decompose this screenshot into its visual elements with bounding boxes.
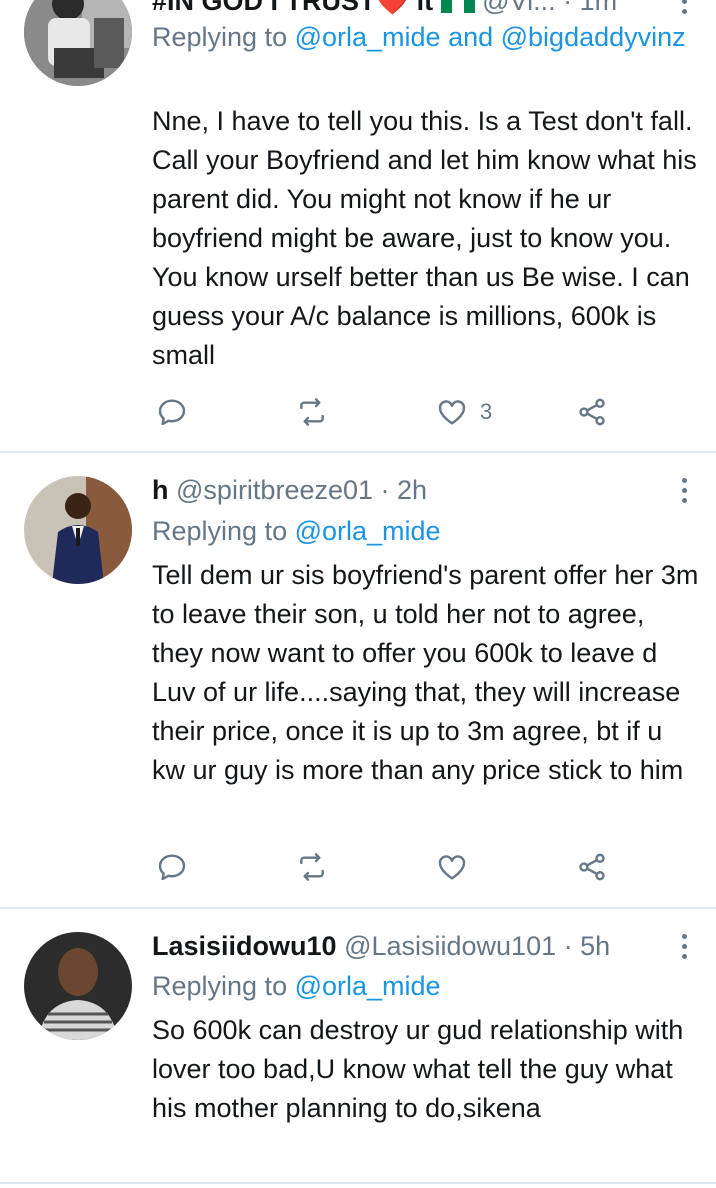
retweet-button[interactable] bbox=[296, 847, 328, 887]
replying-prefix: Replying to bbox=[152, 971, 288, 1001]
tweet-2[interactable]: h @spiritbreeze01 · 2h Replying to @orla… bbox=[0, 453, 716, 908]
handle[interactable]: @Lasisiidowu101 bbox=[344, 931, 556, 961]
tweet-text: Nne, I have to tell you this. Is a Test … bbox=[152, 106, 697, 370]
tweet-header: h @spiritbreeze01 · 2h bbox=[152, 473, 696, 507]
reply-button[interactable] bbox=[156, 847, 188, 887]
share-button[interactable] bbox=[576, 847, 608, 887]
replying-prefix: Replying to bbox=[152, 22, 288, 52]
reply-icon bbox=[158, 854, 186, 881]
like-count: 3 bbox=[480, 399, 493, 424]
replying-prefix: Replying to bbox=[152, 516, 288, 546]
tweet-text: Tell dem ur sis boyfriend's parent offer… bbox=[152, 560, 699, 785]
display-name[interactable]: Lasisiidowu10 bbox=[152, 931, 337, 961]
reply-mention[interactable]: @orla_mide bbox=[295, 971, 441, 1001]
avatar[interactable] bbox=[24, 932, 132, 1040]
reply-mention[interactable]: @orla_mide and @bigdaddyvinz bbox=[295, 22, 686, 52]
timestamp[interactable]: · 5h bbox=[564, 931, 611, 961]
display-name[interactable]: #IN GOD I TRUST❤️ it bbox=[152, 0, 433, 16]
tweet-header: Lasisiidowu10 @Lasisiidowu101 · 5h bbox=[152, 929, 696, 963]
replying-to: Replying to @orla_mide bbox=[152, 514, 696, 548]
tweet-1[interactable]: #IN GOD I TRUST❤️ it @Vi... · 1m Replyin… bbox=[0, 0, 716, 452]
reply-icon bbox=[158, 399, 186, 426]
handle[interactable]: @Vi... bbox=[482, 0, 555, 16]
reply-mention[interactable]: @orla_mide bbox=[295, 516, 441, 546]
more-vertical-icon[interactable] bbox=[674, 929, 694, 963]
share-icon bbox=[579, 398, 605, 426]
tweet-3[interactable]: Lasisiidowu10 @Lasisiidowu101 · 5h Reply… bbox=[0, 909, 716, 1188]
timestamp[interactable]: · 2h bbox=[381, 475, 428, 505]
avatar[interactable] bbox=[24, 0, 132, 86]
retweet-icon bbox=[300, 398, 324, 426]
replying-to: Replying to @orla_mide bbox=[152, 969, 696, 1003]
display-name[interactable]: h bbox=[152, 475, 169, 505]
avatar-photo bbox=[24, 476, 132, 584]
retweet-button[interactable] bbox=[296, 392, 328, 432]
flag-icon bbox=[440, 0, 483, 16]
replying-to: Replying to @orla_mide and @bigdaddyvinz bbox=[152, 20, 696, 54]
tweet-text: So 600k can destroy ur gud relationship … bbox=[152, 1015, 684, 1123]
retweet-icon bbox=[300, 853, 324, 881]
more-vertical-icon[interactable] bbox=[674, 0, 694, 18]
avatar[interactable] bbox=[24, 476, 132, 584]
like-button[interactable]: 3 bbox=[436, 392, 492, 432]
divider bbox=[0, 1182, 716, 1184]
heart-icon bbox=[438, 400, 466, 425]
avatar-photo bbox=[24, 0, 132, 86]
timestamp[interactable]: · 1m bbox=[563, 0, 617, 16]
reply-button[interactable] bbox=[156, 392, 188, 432]
share-icon bbox=[579, 853, 605, 881]
like-button[interactable] bbox=[436, 847, 480, 887]
tweet-header: #IN GOD I TRUST❤️ it @Vi... · 1m bbox=[152, 0, 696, 18]
handle[interactable]: @spiritbreeze01 bbox=[176, 475, 373, 505]
heart-icon bbox=[438, 855, 466, 880]
tweet-actions: 3 bbox=[152, 392, 632, 432]
tweet-actions bbox=[152, 847, 632, 887]
share-button[interactable] bbox=[576, 392, 608, 432]
more-vertical-icon[interactable] bbox=[674, 473, 694, 507]
avatar-photo bbox=[24, 932, 132, 1040]
